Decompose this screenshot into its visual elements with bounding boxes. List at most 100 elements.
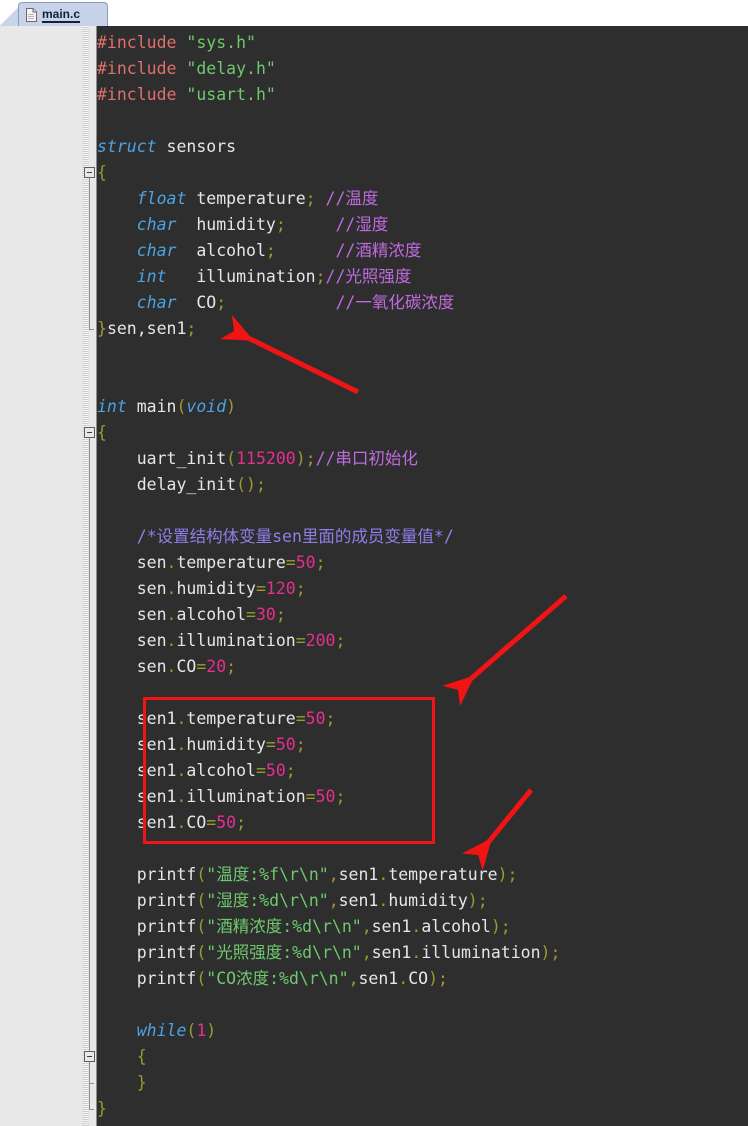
code-token: struct	[97, 137, 157, 156]
editor-tab-bar: main.c	[0, 0, 748, 26]
code-token: //温度	[325, 189, 379, 208]
code-token: =	[196, 657, 207, 676]
code-line[interactable]: printf("酒精浓度:%d\r\n",sen1.alcohol);	[97, 914, 511, 940]
code-line[interactable]: char humidity; //湿度	[97, 212, 389, 238]
code-line[interactable]: {	[97, 420, 107, 446]
code-line[interactable]: int illumination;//光照强度	[97, 264, 412, 290]
code-line[interactable]: sen.temperature=50;	[97, 550, 326, 576]
tab-main-c[interactable]: main.c	[18, 2, 108, 26]
code-line[interactable]: }	[97, 1096, 107, 1122]
code-token: humidity	[388, 891, 468, 910]
code-line[interactable]: struct sensors	[97, 134, 236, 160]
code-line[interactable]: #include "sys.h"	[97, 30, 256, 56]
code-line[interactable]: printf("温度:%f\r\n",sen1.temperature);	[97, 862, 518, 888]
code-token: ;	[305, 449, 316, 468]
code-token: =	[255, 579, 266, 598]
code-line[interactable]: sen.CO=20;	[97, 654, 236, 680]
code-line[interactable]: /*设置结构体变量sen里面的成员变量值*/	[97, 524, 454, 550]
code-token: ()	[236, 475, 256, 494]
code-line[interactable]	[97, 498, 107, 524]
code-token: )	[467, 891, 478, 910]
code-token: alcohol	[176, 241, 266, 260]
code-token: sen,sen1	[106, 319, 187, 338]
code-line[interactable]	[97, 836, 107, 862]
code-line[interactable]: while(1)	[97, 1018, 216, 1044]
code-token: sen	[97, 579, 167, 598]
code-token: illumination	[166, 267, 316, 286]
code-line[interactable]: uart_init(115200);//串口初始化	[97, 446, 418, 472]
code-token: sen1	[338, 891, 379, 910]
fold-range-line	[89, 1062, 90, 1083]
code-line[interactable]: #include "delay.h"	[97, 56, 276, 82]
code-line[interactable]: {	[97, 1044, 147, 1070]
code-token: while	[136, 1021, 187, 1040]
code-token: ;	[265, 241, 276, 260]
code-line[interactable]: }sen,sen1;	[97, 316, 196, 342]
code-line[interactable]	[97, 368, 107, 394]
code-token: .	[411, 943, 422, 962]
code-line[interactable]: printf("光照强度:%d\r\n",sen1.illumination);	[97, 940, 561, 966]
code-token: =	[285, 553, 296, 572]
code-editor[interactable]: 1234567891011121314151617181920212223242…	[0, 26, 748, 1126]
code-line[interactable]	[97, 992, 107, 1018]
code-line[interactable]	[97, 108, 107, 134]
code-token: "温度:%f\r\n"	[206, 865, 329, 884]
code-line[interactable]: sen.illumination=200;	[97, 628, 346, 654]
code-token: ;	[438, 969, 448, 988]
code-line[interactable]: char alcohol; //酒精浓度	[97, 238, 422, 264]
sen1-assignments-highlight-box	[143, 697, 435, 844]
code-token: void	[186, 397, 227, 416]
code-token: illumination	[421, 943, 541, 962]
code-line[interactable]: char CO; //一氧化碳浓度	[97, 290, 455, 316]
code-line[interactable]: }	[97, 1070, 147, 1096]
fold-range-line	[89, 178, 90, 329]
code-token: (	[196, 891, 207, 910]
code-token: ;	[226, 657, 237, 676]
code-token: "光照强度:%d\r\n"	[206, 943, 362, 962]
code-content[interactable]: #include "sys.h" #include "delay.h" #inclu…	[97, 26, 748, 1126]
code-line[interactable]	[97, 680, 107, 706]
tab-label: main.c	[42, 6, 81, 23]
code-token: alcohol	[421, 917, 491, 936]
code-line[interactable]: sen.humidity=120;	[97, 576, 306, 602]
code-line[interactable]	[97, 342, 107, 368]
code-token: 120	[265, 579, 296, 598]
code-token: CO	[408, 969, 429, 988]
fold-toggle-6[interactable]	[84, 167, 95, 178]
code-token: uart_init	[97, 449, 227, 468]
code-token: main	[126, 397, 177, 416]
code-line[interactable]: float temperature; //温度	[97, 186, 379, 212]
code-line[interactable]: delay_init();	[97, 472, 266, 498]
code-token: CO	[176, 657, 197, 676]
code-token: }	[97, 1099, 107, 1118]
code-line[interactable]: {	[97, 160, 107, 186]
code-token: humidity	[176, 579, 256, 598]
fold-toggle-16[interactable]	[84, 427, 95, 438]
code-token: printf	[97, 943, 197, 962]
code-token: alcohol	[176, 605, 247, 624]
code-fold-markers[interactable]	[0, 26, 96, 1126]
fold-toggle-40[interactable]	[84, 1051, 95, 1062]
document-icon	[26, 7, 37, 22]
code-token: sensors	[156, 137, 237, 156]
code-token: {	[97, 423, 107, 442]
code-token: printf	[97, 865, 197, 884]
code-line[interactable]: sen.alcohol=30;	[97, 602, 286, 628]
code-token: .	[378, 865, 389, 884]
code-line[interactable]: printf("湿度:%d\r\n",sen1.humidity);	[97, 888, 488, 914]
code-token: sen	[97, 631, 167, 650]
code-token: //湿度	[335, 215, 389, 234]
code-token: ;	[275, 605, 286, 624]
code-token: #include	[97, 59, 187, 78]
code-token: (	[176, 397, 187, 416]
code-line[interactable]: #include "usart.h"	[97, 82, 276, 108]
code-line[interactable]: printf("CO浓度:%d\r\n",sen1.CO);	[97, 966, 448, 992]
code-token: (	[196, 865, 207, 884]
code-token: )	[497, 865, 508, 884]
code-line[interactable]: int main(void)	[97, 394, 236, 420]
code-token: ,	[348, 969, 359, 988]
